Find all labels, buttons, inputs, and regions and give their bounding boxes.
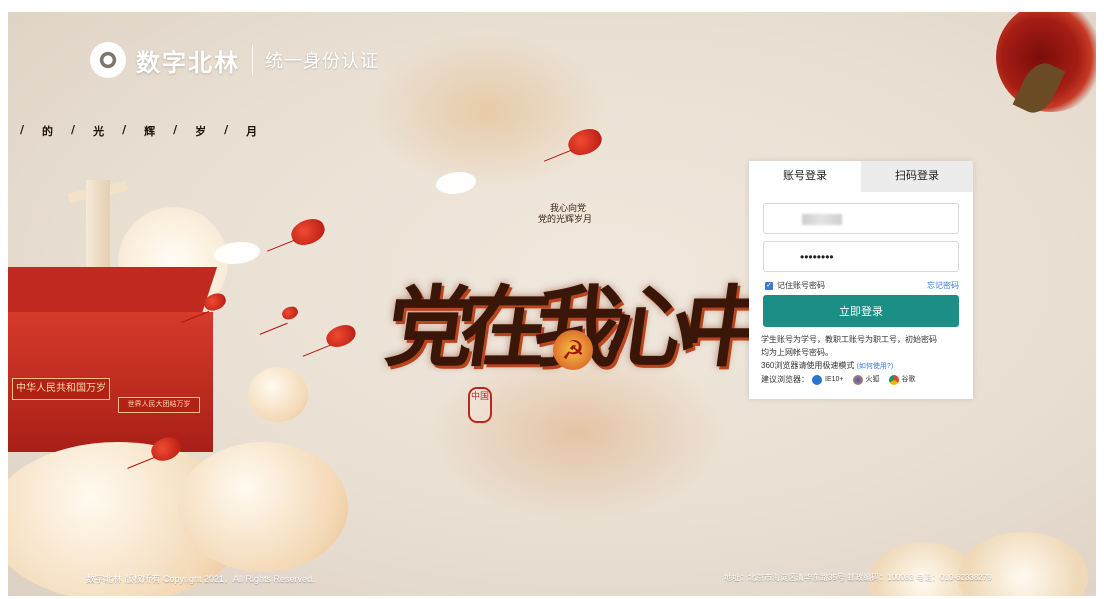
poem-text: 我心向党 党的光辉岁月	[538, 204, 592, 226]
suggest-label: 建议浏览器：	[761, 375, 809, 384]
gate-sign: 中华人民共和国万岁	[12, 378, 110, 400]
login-panel: 账号登录 扫码登录 ✓ 记住账号密码 忘记密码 立即登录 学生账号为学号，教职工…	[749, 161, 973, 399]
browser-suggestions: 建议浏览器： IE10+ 火狐 谷歌	[761, 373, 965, 386]
footer-address: 地址：北京市海淀区清华东路35号 邮政编码：100083 电话：010-6233…	[724, 573, 992, 582]
note-line: 学生账号为学号，教职工账号为职工号，初始密码	[761, 335, 937, 344]
remember-label: 记住账号密码	[777, 281, 825, 290]
tab-account-login[interactable]: 账号登录	[749, 161, 861, 192]
login-tabs: 账号登录 扫码登录	[749, 161, 973, 192]
site-header: 数字北林 统一身份认证	[90, 42, 379, 78]
slogan-char: 月	[246, 125, 258, 138]
username-field[interactable]	[763, 203, 959, 234]
slogan-char: /	[20, 123, 25, 136]
poem-line: 党的光辉岁月	[538, 215, 593, 225]
footer-copyright: 数字北林 版权所有 Copyright 2021，All Rights Rese…	[86, 574, 315, 584]
forgot-password-link[interactable]: 忘记密码	[927, 280, 959, 291]
browser-name: IE10+	[825, 376, 844, 383]
password-input[interactable]	[764, 242, 958, 271]
slogan-char: 光	[93, 125, 105, 138]
slogan-char: 岁	[195, 125, 207, 138]
firefox-icon	[852, 374, 863, 385]
redacted-username	[802, 214, 842, 225]
slogan-char: /	[122, 123, 127, 136]
login-notes: 学生账号为学号，教职工账号为职工号，初始密码 均为上网帐号密码。 360浏览器请…	[761, 333, 965, 386]
header-divider	[252, 45, 253, 75]
note-line: 均为上网帐号密码。	[761, 348, 833, 357]
browser-name: 谷歌	[901, 376, 916, 383]
how-to-use-link[interactable]: (如何使用?)	[857, 363, 894, 370]
lantern-icon	[280, 304, 300, 322]
browser-name: 火狐	[865, 376, 880, 383]
username-input[interactable]	[764, 204, 958, 233]
lantern-icon	[287, 214, 329, 250]
header-subtitle: 统一身份认证	[265, 51, 379, 71]
slogan-char: /	[224, 123, 229, 136]
ink-wash	[368, 32, 608, 192]
slogan-char: /	[71, 123, 76, 136]
slogan-char: 辉	[144, 125, 156, 138]
note-360: 360浏览器请使用极速模式 (如何使用?)	[761, 359, 965, 373]
login-page-background: 中华人民共和国万岁 世界人民大团结万岁 我心向党 党的光辉岁月 党在我心中 ☭ …	[8, 12, 1096, 596]
cloud-decoration	[958, 532, 1088, 596]
remember-password[interactable]: ✓ 记住账号密码	[765, 280, 825, 291]
seal-stamp: 中国	[468, 387, 492, 423]
cloud-decoration	[248, 367, 308, 422]
password-field[interactable]	[763, 241, 959, 272]
dove-icon	[214, 242, 260, 264]
brand-name: 数字北林	[136, 49, 240, 77]
poem-line: 我心向党	[550, 204, 587, 214]
slogan: / 的 / 光 / 辉 / 岁 / 月	[20, 123, 257, 139]
slogan-char: 的	[42, 125, 54, 138]
checkbox-checked-icon[interactable]: ✓	[765, 281, 773, 290]
chrome-icon	[888, 374, 899, 385]
lantern-icon	[323, 321, 359, 351]
university-logo-icon	[90, 42, 126, 78]
login-button[interactable]: 立即登录	[763, 295, 959, 327]
cloud-decoration	[178, 442, 348, 572]
note-360-text: 360浏览器请使用极速模式	[761, 361, 855, 370]
gate-sign-right: 世界人民大团结万岁	[118, 397, 200, 413]
slogan-char: /	[173, 123, 178, 136]
ie-icon	[812, 374, 822, 385]
party-emblem-icon: ☭	[553, 330, 593, 370]
tab-qrcode-login[interactable]: 扫码登录	[861, 161, 973, 192]
